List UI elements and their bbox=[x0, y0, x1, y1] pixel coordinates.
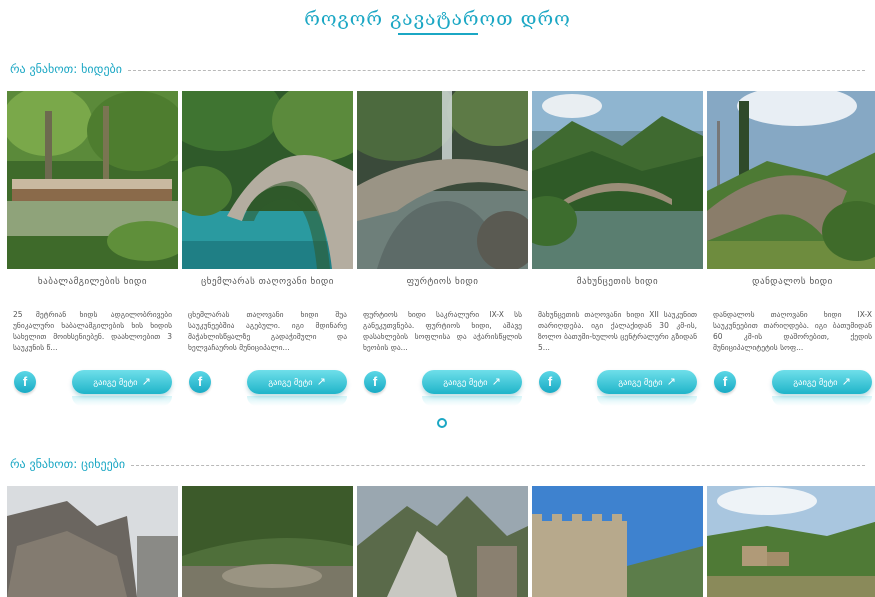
card-actions: f გაიგე მეტი ↗ bbox=[707, 370, 875, 406]
card-khabalamgilebi-bridge: ხაბალამგილების ხიდი 25 მეტრიან ხიდს ადგი… bbox=[7, 91, 178, 406]
card-makhuntseti-bridge: მახუნცეთის ხიდი მახუნცეთის თაღოვანი ხიდი… bbox=[532, 91, 703, 406]
read-more-button[interactable]: გაიგე მეტი ↗ bbox=[772, 370, 872, 394]
card-title[interactable]: ფურტიოს ხიდი bbox=[357, 277, 528, 289]
fortress-card bbox=[357, 486, 528, 597]
card-title[interactable]: ცხემლარას თაღოვანი ხიდი bbox=[182, 277, 353, 289]
facebook-share-icon[interactable]: f bbox=[14, 371, 36, 393]
card-description: ცხემლარას თაღოვანი ხიდი შუა საუკუნეებშია… bbox=[188, 310, 347, 352]
section-label: რა ვნახოთ: ხიდები bbox=[10, 62, 122, 76]
read-more-button[interactable]: გაიგე მეტი ↗ bbox=[422, 370, 522, 394]
arrow-icon: ↗ bbox=[316, 375, 326, 388]
section-label: რა ვნახოთ: ციხეები bbox=[10, 457, 126, 471]
button-reflection bbox=[772, 396, 872, 406]
bridges-carousel: ხაბალამგილების ხიდი 25 მეტრიან ხიდს ადგი… bbox=[7, 91, 875, 406]
section-heading-fortresses: რა ვნახოთ: ციხეები bbox=[10, 456, 865, 472]
card-description: 25 მეტრიან ხიდს ადგილობრივები უნიკალური … bbox=[13, 310, 172, 352]
carousel-pager-dot[interactable] bbox=[437, 418, 447, 428]
button-reflection bbox=[247, 396, 347, 406]
read-more-label: გაიგე მეტი bbox=[618, 378, 663, 388]
fortress-card bbox=[532, 486, 703, 597]
card-image[interactable] bbox=[357, 486, 528, 597]
section-divider bbox=[127, 69, 865, 71]
arrow-icon: ↗ bbox=[141, 375, 151, 388]
card-dandalo-bridge: დანდალოს ხიდი დანდალოს თაღოვანი ხიდი IX-… bbox=[707, 91, 875, 406]
card-title[interactable]: დანდალოს ხიდი bbox=[707, 277, 875, 289]
card-image[interactable] bbox=[182, 91, 353, 269]
facebook-share-icon[interactable]: f bbox=[364, 371, 386, 393]
facebook-share-icon[interactable]: f bbox=[714, 371, 736, 393]
read-more-button[interactable]: გაიგე მეტი ↗ bbox=[597, 370, 697, 394]
card-image[interactable] bbox=[357, 91, 528, 269]
card-actions: f გაიგე მეტი ↗ bbox=[7, 370, 178, 406]
card-description: დანდალოს თაღოვანი ხიდი IX-X საუკუნეებით … bbox=[713, 310, 872, 352]
read-more-button[interactable]: გაიგე მეტი ↗ bbox=[247, 370, 347, 394]
section-divider bbox=[131, 464, 865, 466]
card-title[interactable]: მახუნცეთის ხიდი bbox=[532, 277, 703, 289]
button-reflection bbox=[422, 396, 522, 406]
card-description: მახუნცეთის თაღოვანი ხიდი XII საუკუნით თა… bbox=[538, 310, 697, 352]
facebook-share-icon[interactable]: f bbox=[539, 371, 561, 393]
card-actions: f გაიგე მეტი ↗ bbox=[532, 370, 703, 406]
card-title[interactable]: ხაბალამგილების ხიდი bbox=[7, 277, 178, 289]
read-more-label: გაიგე მეტი bbox=[443, 378, 488, 388]
card-actions: f გაიგე მეტი ↗ bbox=[357, 370, 528, 406]
fortress-card bbox=[182, 486, 353, 597]
card-image[interactable] bbox=[7, 91, 178, 269]
card-actions: f გაიგე მეტი ↗ bbox=[182, 370, 353, 406]
card-image[interactable] bbox=[182, 486, 353, 597]
fortress-card bbox=[707, 486, 875, 597]
read-more-button[interactable]: გაიგე მეტი ↗ bbox=[72, 370, 172, 394]
card-image[interactable] bbox=[707, 91, 875, 269]
arrow-icon: ↗ bbox=[666, 375, 676, 388]
arrow-icon: ↗ bbox=[841, 375, 851, 388]
card-furtio-bridge: ფურტიოს ხიდი ფურტიოს ხიდი საკრალური IX-X… bbox=[357, 91, 528, 406]
card-image[interactable] bbox=[7, 486, 178, 597]
card-description: ფურტიოს ხიდი საკრალური IX-X სს განეკუთვნ… bbox=[363, 310, 522, 352]
card-image[interactable] bbox=[532, 91, 703, 269]
facebook-share-icon[interactable]: f bbox=[189, 371, 211, 393]
card-image[interactable] bbox=[532, 486, 703, 597]
read-more-label: გაიგე მეტი bbox=[793, 378, 838, 388]
page-title-underline bbox=[398, 33, 478, 35]
card-tskhemlara-bridge: ცხემლარას თაღოვანი ხიდი ცხემლარას თაღოვა… bbox=[182, 91, 353, 406]
button-reflection bbox=[597, 396, 697, 406]
page-title: როგორ გავატაროთ დრო bbox=[304, 8, 571, 30]
section-heading-bridges: რა ვნახოთ: ხიდები bbox=[10, 61, 865, 77]
read-more-label: გაიგე მეტი bbox=[93, 378, 138, 388]
card-image[interactable] bbox=[707, 486, 875, 597]
fortresses-carousel bbox=[7, 486, 875, 597]
arrow-icon: ↗ bbox=[491, 375, 501, 388]
read-more-label: გაიგე მეტი bbox=[268, 378, 313, 388]
button-reflection bbox=[72, 396, 172, 406]
fortress-card bbox=[7, 486, 178, 597]
